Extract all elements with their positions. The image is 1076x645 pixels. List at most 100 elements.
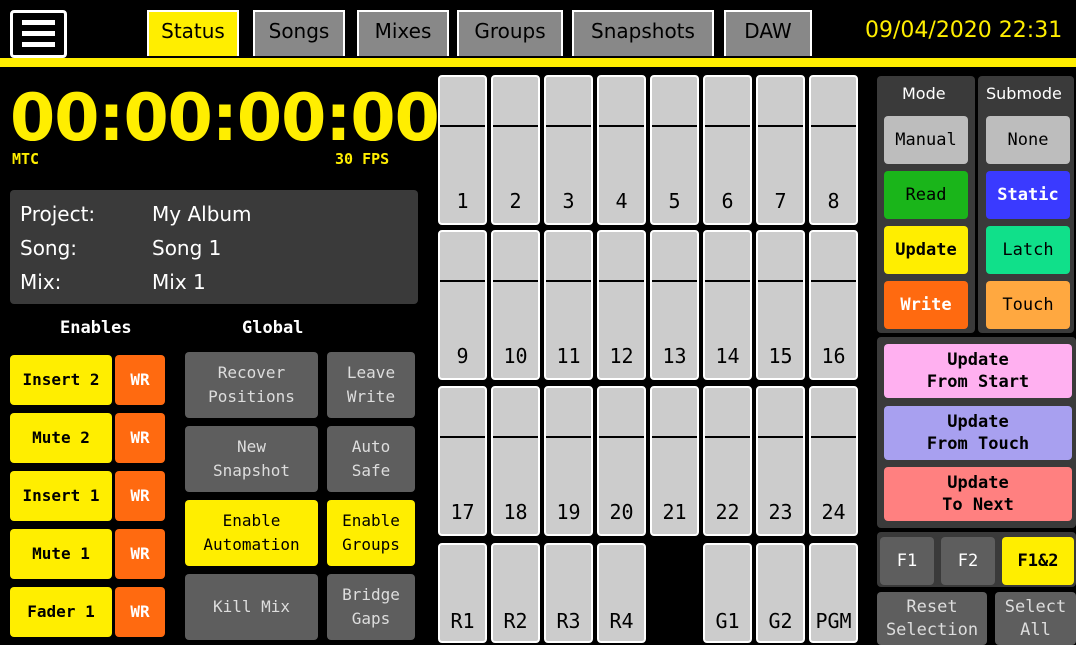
channel-strip[interactable]: 6 [703,75,752,225]
kill-mix-button[interactable]: Kill Mix [185,574,318,640]
channel-strip[interactable]: 18 [491,386,540,536]
f1-and-f2-button[interactable]: F1&2 [1002,537,1074,585]
wr-fader1-button[interactable]: WR [115,587,165,637]
wr-insert2-button[interactable]: WR [115,355,165,405]
submode-static-button[interactable]: Static [986,171,1070,219]
enable-automation-button[interactable]: Enable Automation [185,500,318,566]
channel-number: 3 [562,189,575,213]
channel-number: 14 [715,344,740,368]
enable-mute1-button[interactable]: Mute 1 [10,529,112,579]
hamburger-line [22,20,55,25]
channel-strip[interactable]: 15 [756,230,805,380]
channel-strip[interactable]: 17 [438,386,487,536]
channel-strip[interactable]: 13 [650,230,699,380]
channel-strip[interactable]: 10 [491,230,540,380]
tab-songs[interactable]: Songs [253,10,345,56]
channel-number: R3 [556,609,581,633]
submode-latch-button[interactable]: Latch [986,226,1070,274]
channel-divider [546,125,591,127]
channel-strip[interactable]: 14 [703,230,752,380]
channel-number: R4 [609,609,634,633]
channel-divider [440,125,485,127]
update-to-next-button[interactable]: Update To Next [884,467,1072,521]
channel-strip[interactable]: 24 [809,386,858,536]
tab-groups[interactable]: Groups [457,10,563,56]
enable-mute2-button[interactable]: Mute 2 [10,413,112,463]
channel-divider [705,436,750,438]
channel-divider [758,125,803,127]
channel-strip[interactable]: 16 [809,230,858,380]
group-strip[interactable]: G1 [703,543,752,643]
channel-number: 22 [715,500,740,524]
mode-read-button[interactable]: Read [884,171,968,219]
wr-mute1-button[interactable]: WR [115,529,165,579]
channel-strip[interactable]: 22 [703,386,752,536]
channel-divider [652,125,697,127]
submode-touch-button[interactable]: Touch [986,281,1070,329]
channel-divider [493,280,538,282]
channel-strip[interactable]: 3 [544,75,593,225]
channel-strip[interactable]: 11 [544,230,593,380]
project-value: My Album [152,202,252,226]
channel-divider [652,280,697,282]
group-strip[interactable]: G2 [756,543,805,643]
channel-strip[interactable]: 23 [756,386,805,536]
tab-status[interactable]: Status [147,10,239,56]
return-strip[interactable]: R2 [491,543,540,643]
channel-strip[interactable]: 2 [491,75,540,225]
channel-number: PGM [815,609,852,633]
channel-divider [599,280,644,282]
channel-divider [705,125,750,127]
channel-strip[interactable]: 9 [438,230,487,380]
channel-strip[interactable]: 12 [597,230,646,380]
channel-number: 4 [615,189,628,213]
channel-strip[interactable]: 21 [650,386,699,536]
f1-button[interactable]: F1 [880,537,934,585]
update-from-start-button[interactable]: Update From Start [884,344,1072,398]
channel-number: 13 [662,344,687,368]
new-snapshot-button[interactable]: New Snapshot [185,426,318,492]
song-label: Song: [20,236,78,260]
enable-fader1-button[interactable]: Fader 1 [10,587,112,637]
wr-mute2-button[interactable]: WR [115,413,165,463]
tab-mixes[interactable]: Mixes [357,10,449,56]
return-strip[interactable]: R4 [597,543,646,643]
channel-number: 17 [450,500,475,524]
channel-strip[interactable]: 20 [597,386,646,536]
recover-positions-button[interactable]: Recover Positions [185,352,318,418]
mix-label: Mix: [20,270,62,294]
bridge-gaps-button[interactable]: Bridge Gaps [327,574,415,640]
project-label: Project: [20,202,96,226]
channel-number: 21 [662,500,687,524]
channel-strip[interactable]: 8 [809,75,858,225]
channel-number: 12 [609,344,634,368]
submode-none-button[interactable]: None [986,116,1070,164]
channel-number: G1 [715,609,740,633]
channel-number: R1 [450,609,475,633]
f2-button[interactable]: F2 [941,537,995,585]
channel-strip[interactable]: 19 [544,386,593,536]
program-strip[interactable]: PGM [809,543,858,643]
reset-selection-button[interactable]: Reset Selection [877,592,987,645]
select-all-button[interactable]: Select All [995,592,1076,645]
menu-button[interactable] [10,10,67,58]
tab-snapshots[interactable]: Snapshots [572,10,714,56]
hamburger-line [22,42,55,47]
mode-write-button[interactable]: Write [884,281,968,329]
auto-safe-button[interactable]: Auto Safe [327,426,415,492]
tab-daw[interactable]: DAW [724,10,812,56]
wr-insert1-button[interactable]: WR [115,471,165,521]
enable-insert1-button[interactable]: Insert 1 [10,471,112,521]
channel-strip[interactable]: 4 [597,75,646,225]
leave-write-button[interactable]: Leave Write [327,352,415,418]
return-strip[interactable]: R3 [544,543,593,643]
enable-insert2-button[interactable]: Insert 2 [10,355,112,405]
mode-manual-button[interactable]: Manual [884,116,968,164]
mode-update-button[interactable]: Update [884,226,968,274]
enable-groups-button[interactable]: Enable Groups [327,500,415,566]
channel-strip[interactable]: 7 [756,75,805,225]
update-from-touch-button[interactable]: Update From Touch [884,406,1072,460]
return-strip[interactable]: R1 [438,543,487,643]
channel-strip[interactable]: 5 [650,75,699,225]
channel-strip[interactable]: 1 [438,75,487,225]
